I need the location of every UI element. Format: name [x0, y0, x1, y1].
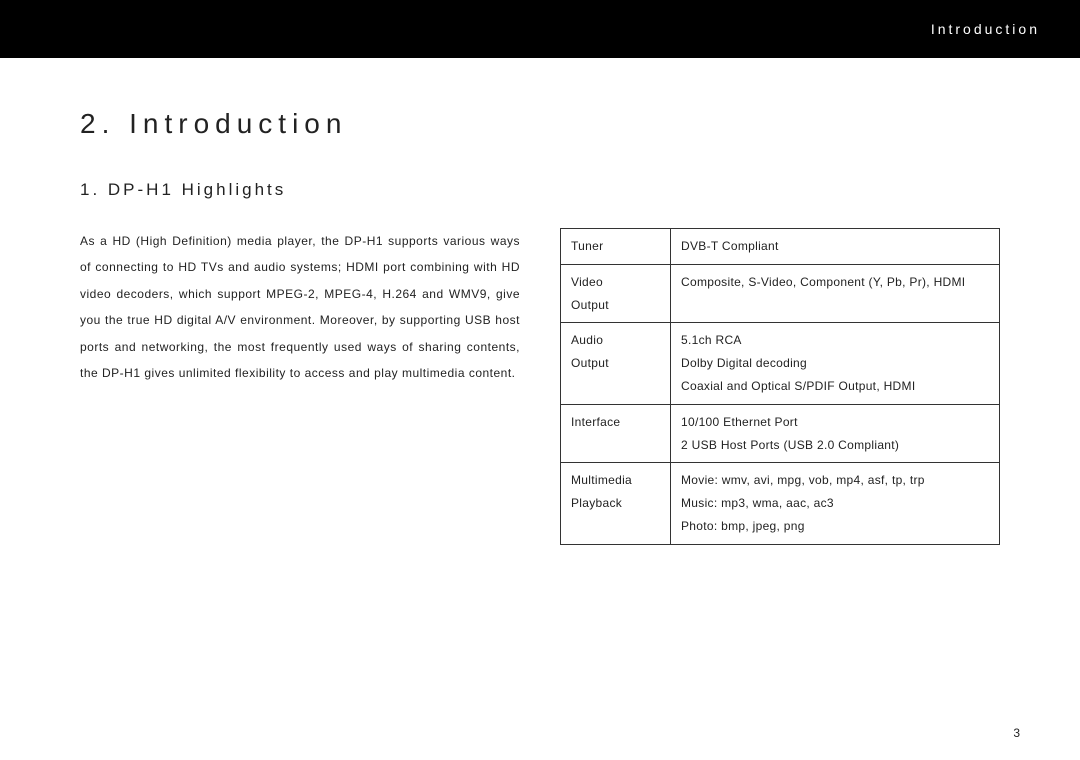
page-number: 3 — [1013, 726, 1020, 740]
spec-label-line: Video — [571, 271, 660, 294]
subsection-title: 1. DP-H1 Highlights — [80, 180, 1000, 200]
spec-value: Composite, S-Video, Component (Y, Pb, Pr… — [671, 264, 1000, 323]
spec-label: Tuner — [561, 229, 671, 265]
spec-value-line: DVB-T Compliant — [681, 235, 989, 258]
table-row: Interface10/100 Ethernet Port2 USB Host … — [561, 404, 1000, 463]
spec-label-line: Output — [571, 294, 660, 317]
spec-value-line: Movie: wmv, avi, mpg, vob, mp4, asf, tp,… — [681, 469, 989, 492]
spec-value-line: Photo: bmp, jpeg, png — [681, 515, 989, 538]
spec-table-body: TunerDVB-T CompliantVideoOutputComposite… — [561, 229, 1000, 545]
spec-label: MultimediaPlayback — [561, 463, 671, 544]
table-row: VideoOutput Composite, S-Video, Component… — [561, 264, 1000, 323]
spec-label-line: Multimedia — [571, 469, 660, 492]
spec-value: 5.1ch RCADolby Digital decodingCoaxial a… — [671, 323, 1000, 404]
spec-table-container: TunerDVB-T CompliantVideoOutputComposite… — [560, 228, 1000, 545]
spec-value-line: Composite, S-Video, Component (Y, Pb, Pr… — [681, 271, 989, 294]
spec-value-line: Music: mp3, wma, aac, ac3 — [681, 492, 989, 515]
table-row: Tuner DVB-T Compliant — [561, 229, 1000, 265]
spec-value-line: Dolby Digital decoding — [681, 352, 989, 375]
spec-value: Movie: wmv, avi, mpg, vob, mp4, asf, tp,… — [671, 463, 1000, 544]
header-bar: Introduction — [0, 0, 1080, 58]
spec-value: DVB-T Compliant — [671, 229, 1000, 265]
spec-label-line: Output — [571, 352, 660, 375]
spec-value-line: 10/100 Ethernet Port — [681, 411, 989, 434]
spec-label: Interface — [561, 404, 671, 463]
table-row: MultimediaPlayback Movie: wmv, avi, mpg, … — [561, 463, 1000, 544]
chapter-title: 2. Introduction — [80, 108, 1000, 140]
header-label: Introduction — [931, 21, 1040, 37]
two-column-layout: As a HD (High Definition) media player, … — [80, 228, 1000, 545]
spec-label-line: Audio — [571, 329, 660, 352]
table-row: AudioOutput5.1ch RCADolby Digital decodi… — [561, 323, 1000, 404]
body-paragraph: As a HD (High Definition) media player, … — [80, 228, 520, 386]
spec-value-line: 5.1ch RCA — [681, 329, 989, 352]
spec-table: TunerDVB-T CompliantVideoOutputComposite… — [560, 228, 1000, 545]
spec-label: VideoOutput — [561, 264, 671, 323]
spec-value: 10/100 Ethernet Port2 USB Host Ports (US… — [671, 404, 1000, 463]
spec-value-line: 2 USB Host Ports (USB 2.0 Compliant) — [681, 434, 989, 457]
spec-label-line: Playback — [571, 492, 660, 515]
page-content: 2. Introduction 1. DP-H1 Highlights As a… — [0, 58, 1080, 545]
spec-label: AudioOutput — [561, 323, 671, 404]
spec-value-line: Coaxial and Optical S/PDIF Output, HDMI — [681, 375, 989, 398]
